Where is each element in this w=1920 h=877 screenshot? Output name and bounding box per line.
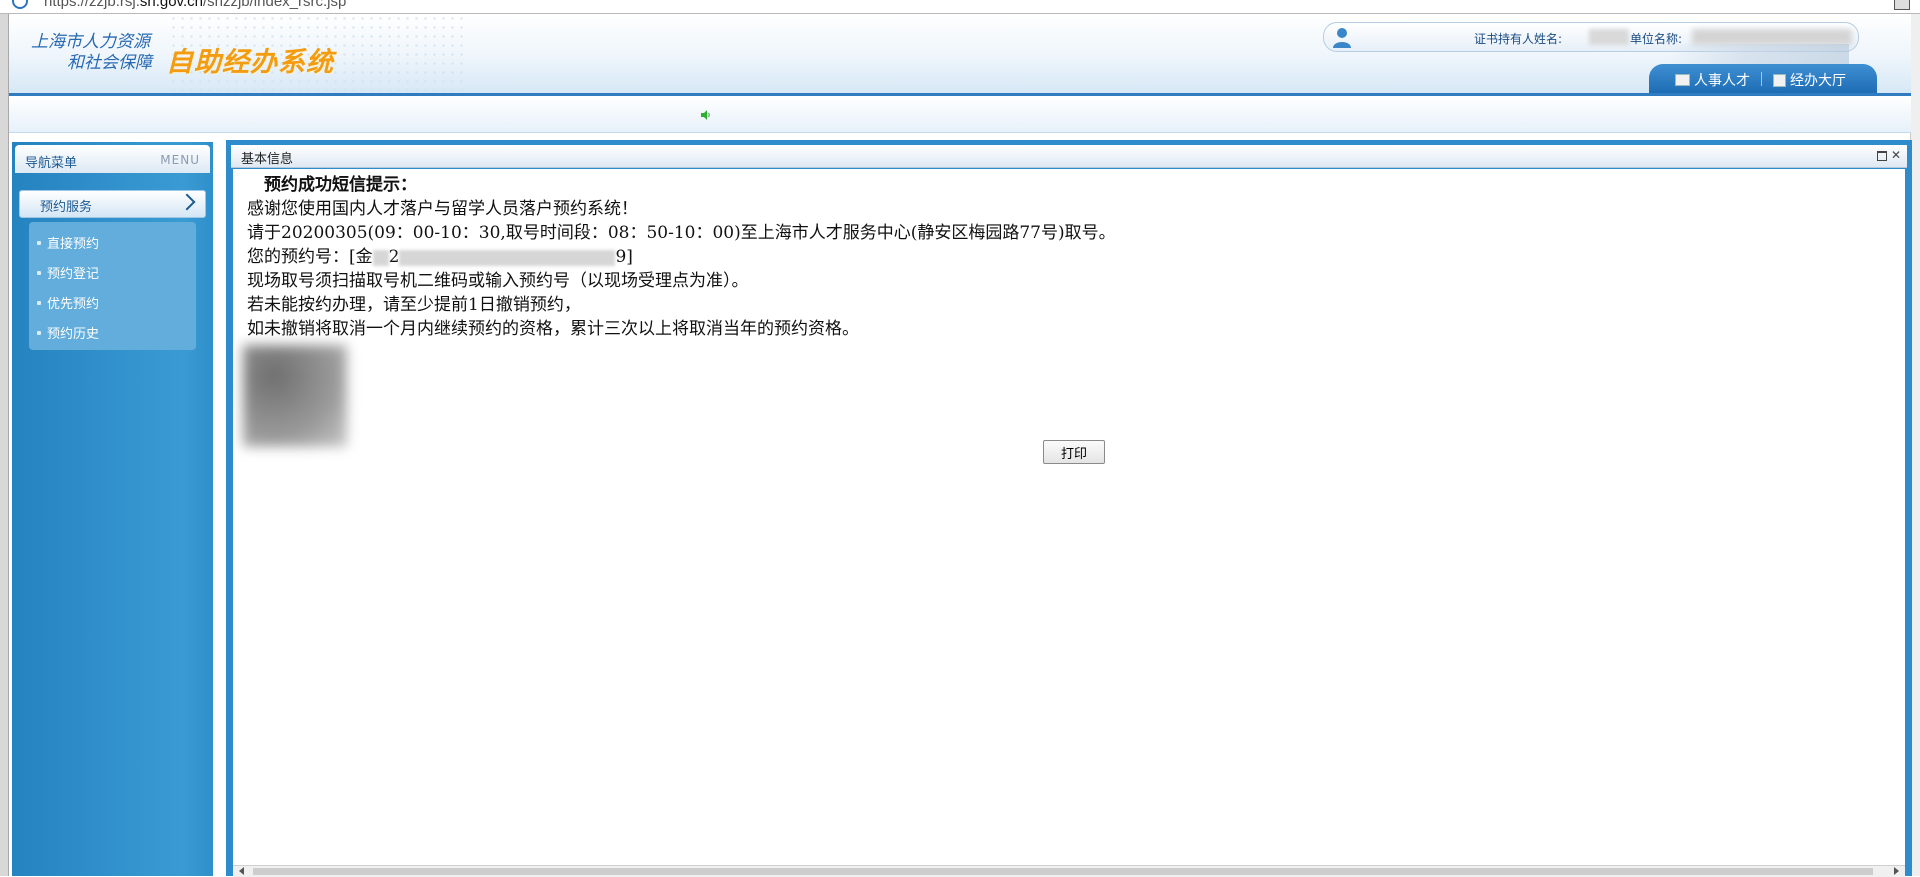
keyboard-icon	[1675, 74, 1690, 86]
qr-code-image	[243, 345, 347, 447]
address-bar[interactable]: https://zzjb.rsj.sh.gov.cn/shzzjb/index_…	[0, 0, 1920, 14]
scroll-left-icon[interactable]	[239, 867, 244, 875]
section-label: 预约服务	[40, 200, 93, 215]
header-banner: 上海市人力资源 和社会保障 自助经办系统 证书持有人姓名: 单位名称: 人事人才…	[9, 14, 1911, 96]
sidebar-submenu: 直接预约 预约登记 优先预约 预约历史	[29, 222, 196, 350]
tab-label: 人事人才	[1694, 73, 1750, 89]
tab-personnel-talent[interactable]: 人事人才	[1675, 70, 1750, 90]
tab-separator	[1761, 72, 1762, 86]
maximize-icon[interactable]	[1877, 151, 1887, 161]
horizontal-scrollbar[interactable]	[233, 865, 1905, 877]
appointment-number-line: 您的预约号：[金 2 9]	[247, 245, 1116, 269]
scrollbar-thumb[interactable]	[253, 868, 1873, 875]
appointment-number-mid: 2	[388, 247, 400, 267]
speaker-icon[interactable]	[701, 110, 711, 120]
print-button[interactable]: 打印	[1043, 440, 1105, 464]
sidebar-menu-label: MENU	[160, 153, 200, 167]
item-label: 直接预约	[47, 237, 100, 252]
redacted-text	[399, 249, 616, 266]
message-line: 若未能按约办理，请至少提前1日撤销预约，	[247, 295, 581, 315]
org-line1: 上海市人力资源	[31, 32, 150, 52]
sms-message: 预约成功短信提示： 感谢您使用国内人才落户与留学人员落户预约系统！ 请于2020…	[247, 173, 1116, 341]
panel-content: 预约成功短信提示： 感谢您使用国内人才落户与留学人员落户预约系统！ 请于2020…	[233, 169, 1905, 865]
main-panel: 基本信息 ✕ 预约成功短信提示： 感谢您使用国内人才落户与留学人员落户预约系统！…	[226, 140, 1912, 877]
appointment-number-suffix: 9]	[615, 247, 633, 267]
sidebar-section-appointment-service[interactable]: 预约服务	[19, 190, 206, 218]
panel-title: 基本信息	[241, 152, 294, 167]
item-label: 优先预约	[47, 297, 100, 312]
message-line: 如未撤销将取消一个月内继续预约的资格，累计三次以上将取消当年的预约资格。	[247, 319, 859, 339]
top-tab-bar: 人事人才 经办大厅	[1649, 64, 1877, 93]
bullet-icon	[37, 300, 41, 305]
message-line: 感谢您使用国内人才落户与留学人员落户预约系统！	[247, 199, 638, 219]
org-logo-text: 上海市人力资源 和社会保障	[31, 32, 152, 74]
holder-name-value	[1589, 29, 1629, 45]
bullet-icon	[37, 240, 41, 245]
close-icon[interactable]: ✕	[1891, 148, 1901, 162]
bullet-icon	[37, 270, 41, 275]
sidebar: 导航菜单 MENU 预约服务 直接预约 预约登记 优先预约 预约历史	[12, 142, 213, 876]
browser-icon	[12, 0, 28, 9]
sidebar-item-priority-appointment[interactable]: 优先预约	[37, 293, 99, 312]
window-left-edge	[0, 14, 9, 876]
unit-name-value	[1692, 29, 1852, 45]
tab-label: 经办大厅	[1790, 73, 1846, 89]
sidebar-title: 导航菜单	[25, 156, 78, 171]
chevron-right-icon	[178, 193, 196, 211]
sidebar-item-appointment-history[interactable]: 预约历史	[37, 323, 99, 342]
org-line2: 和社会保障	[67, 53, 152, 73]
tab-service-hall[interactable]: 经办大厅	[1773, 70, 1846, 90]
message-line: 请于20200305(09：00-10：30,取号时间段：08：50-10：00…	[247, 223, 1116, 243]
message-title: 预约成功短信提示：	[264, 175, 417, 195]
building-icon	[1773, 73, 1786, 87]
sidebar-item-appointment-registration[interactable]: 预约登记	[37, 263, 99, 282]
notice-strip	[9, 96, 1911, 133]
redacted-text	[372, 249, 389, 266]
panel-header: 基本信息 ✕	[231, 145, 1907, 168]
message-line: 现场取号须扫描取号机二维码或输入预约号（以现场受理点为准）。	[247, 271, 749, 291]
user-icon	[1333, 28, 1351, 48]
url-text: https://zzjb.rsj.sh.gov.cn/shzzjb/index_…	[44, 0, 347, 10]
item-label: 预约登记	[47, 267, 100, 282]
sidebar-header: 导航菜单 MENU	[15, 145, 210, 173]
window-close-icon[interactable]	[1894, 0, 1910, 10]
appointment-number-prefix: 您的预约号：[金	[247, 247, 373, 267]
sidebar-item-direct-appointment[interactable]: 直接预约	[37, 233, 99, 252]
holder-name-label: 证书持有人姓名:	[1474, 32, 1563, 46]
system-name: 自助经办系统	[166, 47, 334, 78]
bullet-icon	[37, 330, 41, 335]
scroll-right-icon[interactable]	[1894, 867, 1899, 875]
item-label: 预约历史	[47, 327, 100, 342]
